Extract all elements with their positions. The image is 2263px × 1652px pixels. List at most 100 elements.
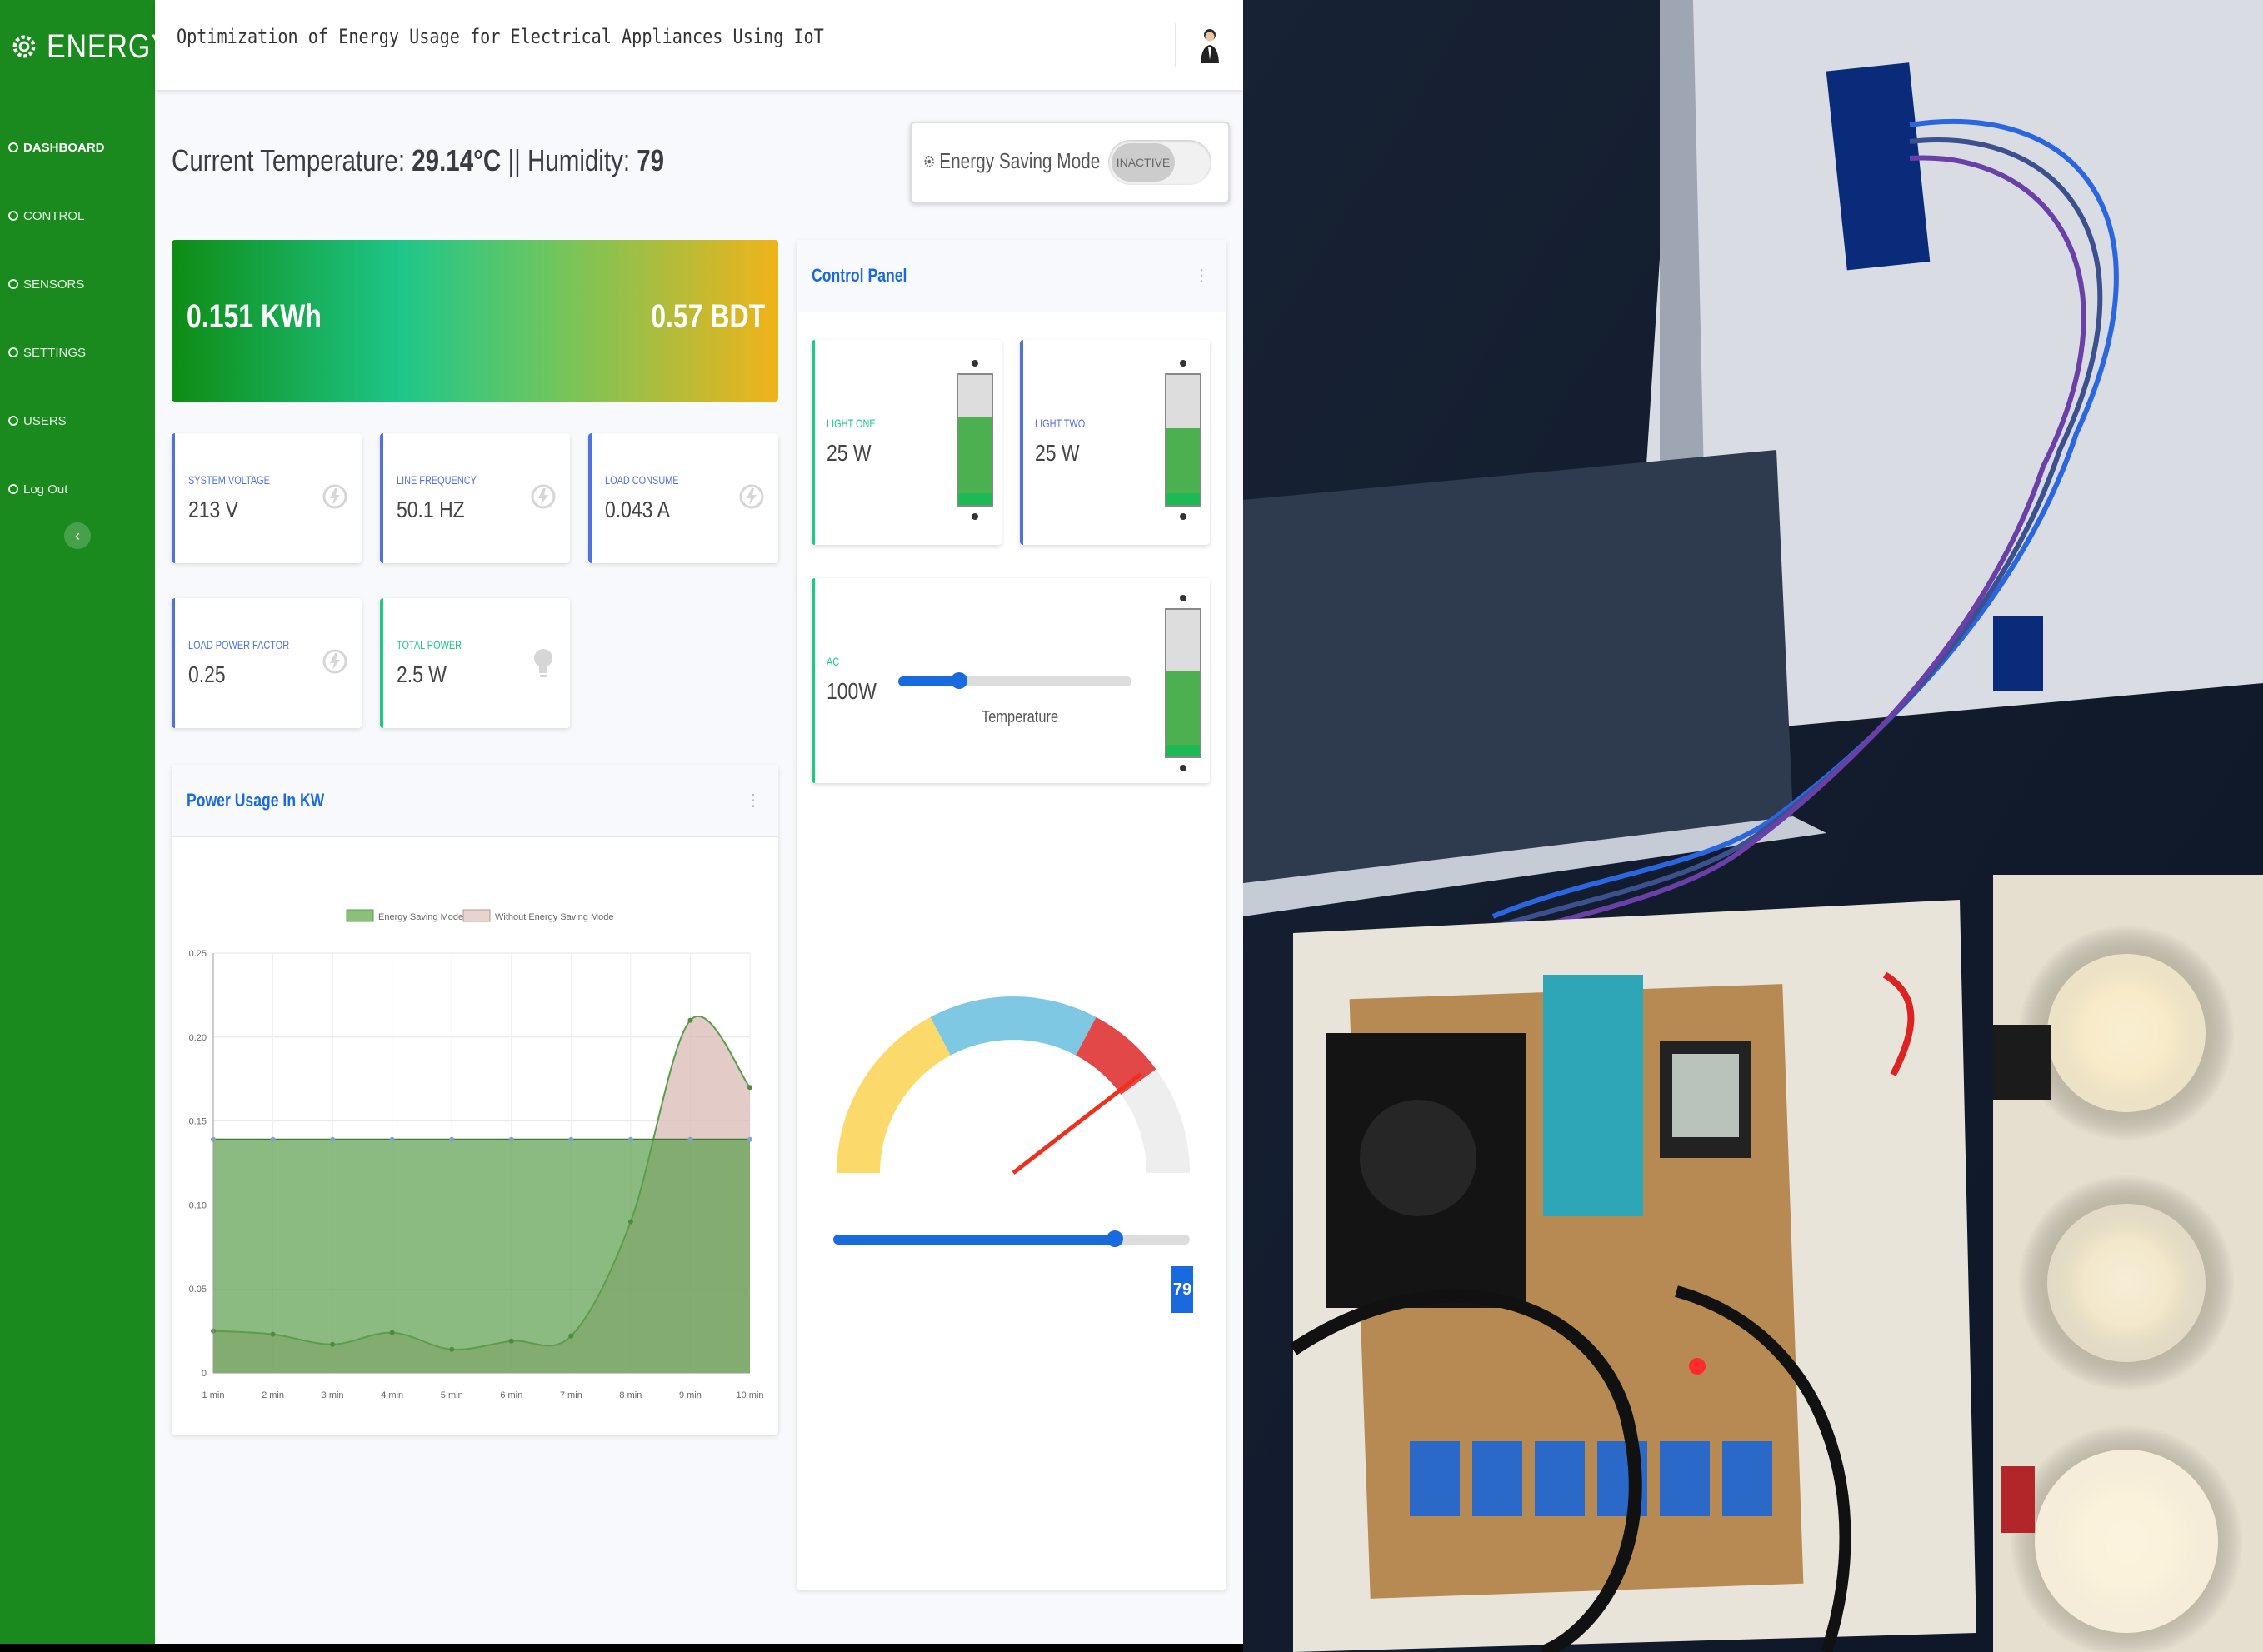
gear-icon	[8, 142, 18, 152]
users-icon	[8, 416, 18, 426]
data-point	[449, 1136, 455, 1142]
y-tick-label: 0.15	[189, 1117, 207, 1127]
separator: ||	[507, 143, 521, 177]
switch-base	[958, 493, 992, 505]
sidebar-item-label: Log Out	[23, 482, 68, 497]
stat-system-voltage: SYSTEM VOLTAGE 213 V	[172, 433, 362, 563]
ac-switch[interactable]	[1163, 595, 1203, 771]
sidebar-collapse-button[interactable]: ‹	[64, 522, 91, 549]
sidebar-item-logout[interactable]: Log Out	[8, 455, 105, 523]
switch-body	[1165, 373, 1201, 507]
light-one-card: LIGHT ONE 25 W	[812, 340, 1002, 545]
temperature-prefix: Current Temperature:	[172, 143, 406, 177]
chevron-left-icon: ‹	[75, 527, 80, 544]
ac-label: AC	[827, 655, 840, 668]
more-options-icon[interactable]: ⋮	[745, 790, 762, 811]
bolt-icon	[322, 484, 347, 509]
stat-label: SYSTEM VOLTAGE	[188, 473, 270, 487]
sidebar-item-users[interactable]: USERS	[8, 387, 105, 455]
light-two-switch[interactable]	[1163, 360, 1203, 520]
sidebar-item-label: DASHBOARD	[23, 140, 105, 155]
x-tick-label: 5 min	[441, 1390, 463, 1400]
light-value: 25 W	[1035, 440, 1080, 466]
card-title: Power Usage In KW	[187, 790, 325, 811]
stat-value: 2.5 W	[397, 661, 447, 687]
bolt-icon	[739, 484, 764, 509]
light-one-switch[interactable]	[955, 360, 995, 520]
data-point	[449, 1346, 455, 1352]
switch-indicator	[972, 513, 978, 520]
energy-saving-toggle[interactable]: INACTIVE	[1108, 140, 1211, 185]
humidity-label: Humidity:	[527, 143, 631, 177]
energy-banner: 0.151 KWh 0.57 BDT	[172, 240, 778, 402]
more-options-icon[interactable]: ⋮	[1193, 265, 1210, 286]
data-point	[389, 1330, 395, 1335]
light-label: LIGHT ONE	[827, 417, 876, 430]
sidebar: ENERGY DASHBOARD CONTROL SENSORS SETTING…	[0, 0, 170, 1644]
stat-line-frequency: LINE FREQUENCY 50.1 HZ	[380, 433, 570, 563]
gauge-segment-mid	[930, 996, 1097, 1056]
iot-hardware-image	[1243, 0, 2263, 1652]
stat-label: LOAD POWER FACTOR	[188, 638, 290, 651]
x-tick-label: 1 min	[202, 1390, 225, 1400]
slider-thumb[interactable]	[951, 672, 967, 689]
switch-indicator	[1180, 765, 1186, 771]
ac-temperature-slider[interactable]	[898, 672, 1132, 689]
data-point	[627, 1219, 633, 1225]
switch-body	[957, 373, 993, 507]
x-tick-label: 2 min	[262, 1390, 284, 1400]
x-tick-label: 3 min	[322, 1390, 344, 1400]
slider-thumb[interactable]	[1107, 1230, 1123, 1247]
switch-indicator	[1180, 513, 1186, 520]
data-point	[687, 1136, 693, 1142]
data-point	[270, 1136, 276, 1142]
sidebar-item-label: SETTINGS	[23, 345, 87, 360]
environment-readout: Current Temperature: 29.14°C || Humidity…	[172, 143, 664, 178]
stat-load-consume: LOAD CONSUME 0.043 A	[588, 433, 778, 563]
gauge-segment-low	[837, 1016, 951, 1173]
stat-label: LINE FREQUENCY	[397, 473, 477, 487]
data-point	[568, 1136, 574, 1142]
y-tick-label: 0.05	[189, 1285, 207, 1295]
stat-label: TOTAL POWER	[397, 638, 462, 651]
stat-value: 50.1 HZ	[397, 497, 465, 522]
switch-body	[1165, 608, 1201, 758]
stat-total-power: TOTAL POWER 2.5 W	[380, 598, 570, 728]
topbar-divider	[1175, 23, 1176, 67]
sidebar-item-dashboard[interactable]: DASHBOARD	[8, 113, 105, 182]
sidebar-nav: DASHBOARD CONTROL SENSORS SETTINGS USERS…	[8, 113, 105, 523]
legend-swatch	[346, 909, 374, 922]
hardware-photo	[1243, 0, 2263, 1652]
sidebar-item-control[interactable]: CONTROL	[8, 182, 105, 250]
data-point	[270, 1331, 276, 1337]
legend-label: Energy Saving Mode	[378, 912, 463, 922]
card-title: Control Panel	[812, 265, 907, 286]
wrench-icon	[8, 347, 18, 357]
stat-value: 213 V	[188, 497, 239, 522]
sidebar-item-settings[interactable]: SETTINGS	[8, 318, 105, 387]
x-tick-label: 9 min	[679, 1390, 702, 1400]
x-tick-label: 8 min	[619, 1390, 642, 1400]
data-point	[508, 1136, 514, 1142]
stat-label: LOAD CONSUME	[605, 473, 679, 487]
switch-indicator	[1180, 360, 1186, 367]
slider-fill	[833, 1235, 1115, 1245]
legend-swatch	[462, 909, 491, 922]
gear-icon	[8, 279, 18, 289]
topbar: Optimization of Energy Usage for Electri…	[155, 0, 1243, 90]
gear-icon	[8, 211, 18, 221]
sidebar-item-sensors[interactable]: SENSORS	[8, 250, 105, 318]
bolt-icon	[531, 484, 556, 509]
y-tick-label: 0.20	[189, 1033, 207, 1043]
x-tick-label: 4 min	[381, 1390, 403, 1400]
y-tick-label: 0.10	[189, 1200, 207, 1210]
x-tick-label: 10 min	[736, 1390, 763, 1400]
sidebar-item-label: CONTROL	[23, 208, 85, 223]
data-point	[747, 1136, 752, 1142]
avatar[interactable]	[1198, 27, 1221, 67]
gauge-slider[interactable]	[833, 1230, 1190, 1247]
control-panel-card: Control Panel ⋮ LIGHT ONE 25 W LIGHT TWO…	[797, 240, 1226, 1590]
card-header: Control Panel ⋮	[797, 240, 1226, 312]
data-point	[330, 1136, 336, 1142]
stat-value: 0.25	[188, 661, 226, 687]
